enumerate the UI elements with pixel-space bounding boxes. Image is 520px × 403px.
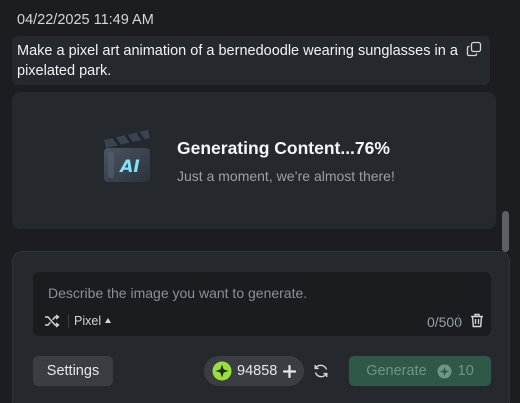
- credits-balance[interactable]: 94858: [204, 356, 304, 386]
- char-count: 0/500: [426, 314, 462, 330]
- generate-button[interactable]: Generate 10: [349, 356, 491, 386]
- composer-panel: Describe the image you want to generate.…: [12, 251, 510, 403]
- prompt-input[interactable]: Describe the image you want to generate.…: [33, 272, 491, 336]
- coin-icon: [212, 361, 232, 381]
- credit-cost-icon: [437, 364, 452, 378]
- shuffle-icon[interactable]: [44, 314, 60, 328]
- generation-subtitle: Just a moment, we’re almost there!: [177, 168, 395, 184]
- copy-icon[interactable]: [466, 41, 482, 57]
- prompt-card: Make a pixel art animation of a bernedoo…: [12, 36, 490, 85]
- generate-cost: 10: [457, 363, 474, 379]
- ai-logo-icon: AI: [104, 130, 150, 182]
- credits-value: 94858: [237, 363, 278, 379]
- divider: [458, 314, 459, 328]
- trash-icon[interactable]: [470, 313, 484, 328]
- generation-title: Generating Content...76%: [177, 138, 390, 158]
- plus-icon[interactable]: [283, 364, 297, 378]
- style-dropdown-value: Pixel: [74, 314, 102, 328]
- ai-logo-text: AI: [118, 157, 139, 177]
- message-timestamp: 04/22/2025 11:49 AM: [17, 12, 154, 28]
- scrollbar-thumb[interactable]: [502, 211, 509, 252]
- refresh-icon[interactable]: [313, 363, 329, 379]
- divider: [68, 314, 69, 328]
- prompt-input-placeholder: Describe the image you want to generate.: [48, 285, 308, 301]
- settings-button[interactable]: Settings: [33, 356, 113, 386]
- prompt-text: Make a pixel art animation of a bernedoo…: [17, 43, 458, 79]
- style-dropdown[interactable]: Pixel: [74, 314, 112, 328]
- generate-button-label: Generate: [366, 363, 427, 379]
- generation-status-card: AI Generating Content...76% Just a momen…: [12, 92, 496, 229]
- caret-up-icon: [105, 318, 112, 323]
